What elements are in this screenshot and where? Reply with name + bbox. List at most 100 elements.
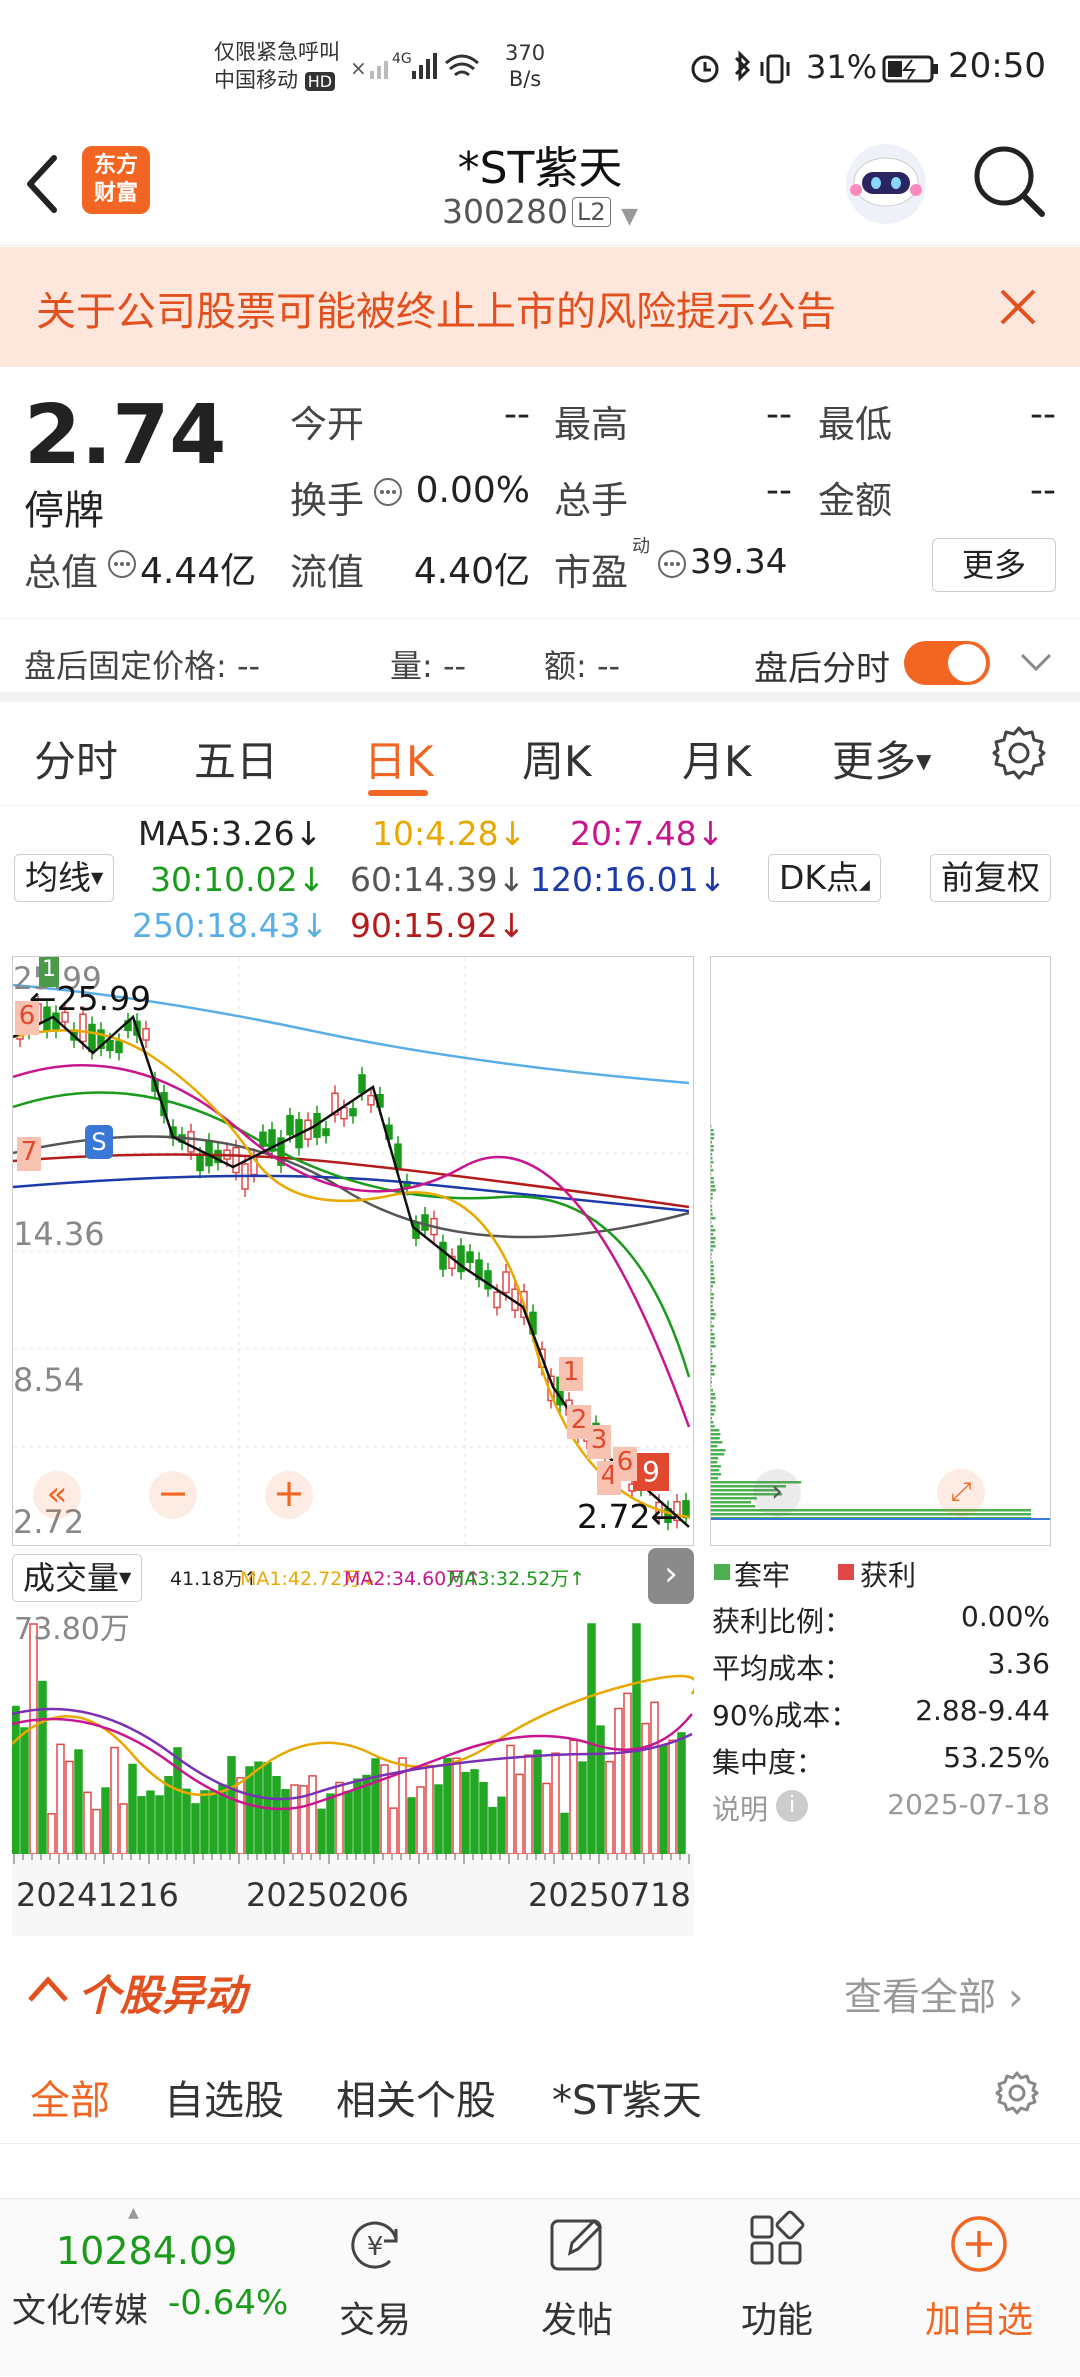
post-button[interactable]: 发帖	[512, 2209, 642, 2343]
volume-select[interactable]: 成交量▼	[12, 1554, 142, 1602]
candle-body	[89, 1025, 95, 1052]
subtab-watchlist[interactable]: 自选股	[164, 2068, 284, 2126]
ma-select[interactable]: 均线▼	[14, 854, 114, 902]
function-button[interactable]: 功能	[712, 2209, 842, 2343]
tab-more[interactable]: 更多▼	[832, 728, 931, 789]
chip-bar	[711, 1157, 713, 1160]
chip-bar	[711, 1289, 712, 1292]
volume-bar	[165, 1777, 172, 1854]
chip-bar	[711, 1213, 713, 1216]
chevron-down-icon[interactable]	[1018, 649, 1054, 673]
note-label[interactable]: 说明	[712, 1788, 768, 1828]
amount-value: --	[980, 470, 1056, 511]
last-price: 2.74	[24, 388, 226, 483]
volume-chart[interactable]: 73.80万	[12, 1604, 694, 1854]
candle-body	[233, 1148, 239, 1173]
chevron-up-icon[interactable]	[26, 1974, 70, 2004]
chip-bar	[711, 1309, 714, 1312]
volume-y-top-label: 73.80万	[14, 1604, 130, 1648]
expand-icon[interactable]: ⤢	[937, 1469, 985, 1517]
trade-button[interactable]: ¥ 交易	[310, 2209, 440, 2343]
add-watchlist-button[interactable]: 加自选	[914, 2209, 1044, 2343]
volume-bar	[21, 1728, 28, 1854]
event-badge[interactable]: 1	[39, 957, 59, 987]
chevron-right-icon[interactable]: ›	[648, 1548, 694, 1604]
tab-monthly-k[interactable]: 月K	[682, 728, 752, 789]
chip-bar	[711, 1273, 714, 1276]
candle-body	[143, 1029, 149, 1040]
volume-bar	[390, 1808, 397, 1854]
candle-body	[80, 1014, 86, 1041]
dk-s-marker[interactable]: S	[85, 1125, 113, 1159]
volume-bar	[570, 1740, 577, 1854]
info-dots-icon[interactable]	[106, 548, 138, 580]
subtab-this-stock[interactable]: *ST紫天	[552, 2068, 702, 2126]
index-ticker[interactable]: ▲ 10284.09 文化传媒 -0.64%	[0, 2199, 300, 2377]
adjust-mode-button[interactable]: 前复权	[930, 854, 1051, 902]
zoom-out-button[interactable]: −	[149, 1471, 197, 1519]
kline-chart[interactable]: 25.99 ←25.99 14.36 8.54 2.72 2.72← S 9 1…	[12, 956, 694, 1546]
chevron-right-icon[interactable]: ›	[753, 1469, 801, 1517]
chip-bar	[711, 1209, 712, 1212]
subtab-related[interactable]: 相关个股	[336, 2068, 496, 2126]
chip-distribution-chart[interactable]: › ⤢	[710, 956, 1051, 1546]
status-bar: 仅限紧急呼叫 中国移动 HD × 4G 370 B/s 31% 20:50	[0, 0, 1080, 130]
ma-select-label: 均线	[25, 858, 91, 897]
info-icon[interactable]: i	[776, 1790, 808, 1822]
volume-bar	[246, 1767, 253, 1854]
chip-bar	[711, 1345, 716, 1348]
dk-point-button[interactable]: DK点◢	[768, 854, 881, 902]
view-all-link[interactable]: 查看全部 ›	[844, 1966, 1023, 2021]
chip-bar	[711, 1177, 714, 1180]
tab-intraday[interactable]: 分时	[34, 728, 118, 789]
search-icon[interactable]	[970, 142, 1050, 222]
volume-bar	[120, 1804, 127, 1854]
volume-bar	[633, 1624, 640, 1854]
event-badge[interactable]: 1	[559, 1357, 583, 1391]
chip-bar	[711, 1409, 715, 1412]
chip-bar	[711, 1341, 714, 1344]
volume-bar	[552, 1753, 559, 1854]
chip-distribution-svg	[711, 957, 1050, 1545]
scroll-left-button[interactable]: «	[33, 1471, 81, 1519]
volume-bar	[417, 1787, 424, 1854]
close-icon[interactable]	[998, 287, 1038, 327]
battery-icon	[882, 54, 940, 84]
zoom-in-button[interactable]: +	[265, 1471, 313, 1519]
tab-daily-k[interactable]: 日K	[364, 728, 434, 789]
after-hours-price: 盘后固定价格: --	[24, 641, 260, 687]
event-badge[interactable]: 6	[15, 1001, 39, 1035]
y-axis-label: 14.36	[13, 1215, 105, 1253]
robot-assistant-icon[interactable]	[842, 140, 930, 228]
event-badge[interactable]: 9	[633, 1453, 669, 1491]
ma20-line	[13, 1065, 689, 1427]
event-badge[interactable]: 7	[17, 1137, 41, 1171]
chip-legend: 套牢 获利	[710, 1552, 1070, 1592]
chip-bar	[711, 1197, 713, 1200]
high-value: --	[720, 394, 792, 435]
after-hours-toggle[interactable]	[904, 641, 990, 685]
tab-weekly-k[interactable]: 周K	[522, 728, 592, 789]
avg-cost-row: 平均成本：3.36	[710, 1647, 1050, 1694]
risk-notice-text: 关于公司股票可能被终止上市的风险提示公告	[36, 279, 836, 337]
candle-body	[323, 1129, 329, 1136]
date-ticks	[12, 1854, 694, 1868]
event-badge[interactable]: 3	[587, 1425, 611, 1459]
volume-bars	[12, 1624, 685, 1854]
svg-text:×: ×	[350, 56, 367, 80]
settings-icon[interactable]	[994, 2070, 1040, 2116]
settings-icon[interactable]	[990, 724, 1048, 782]
carrier-info: 仅限紧急呼叫 中国移动 HD	[214, 38, 340, 96]
ma30-line	[13, 1092, 689, 1377]
float-cap-label: 流值	[290, 542, 364, 596]
subtab-all[interactable]: 全部	[30, 2068, 110, 2126]
candle-body	[494, 1292, 500, 1307]
tab-five-day[interactable]: 五日	[194, 728, 278, 789]
event-badge[interactable]: 6	[613, 1447, 637, 1481]
chip-bar	[711, 1161, 713, 1164]
more-button[interactable]: 更多	[932, 538, 1056, 592]
chip-bar	[711, 1361, 712, 1364]
info-dots-icon[interactable]	[656, 548, 688, 580]
ma250-text: 250:18.43	[132, 906, 301, 945]
risk-notice-banner[interactable]: 关于公司股票可能被终止上市的风险提示公告	[0, 247, 1080, 367]
